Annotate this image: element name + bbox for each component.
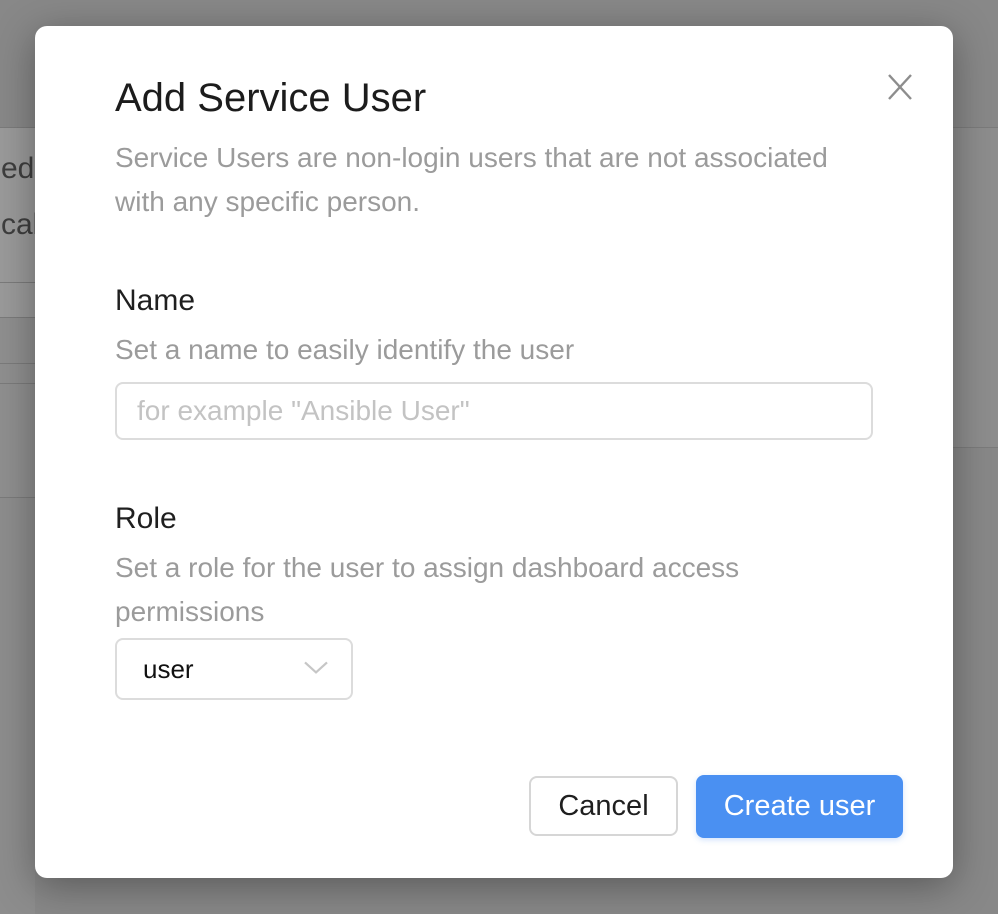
add-service-user-modal: Add Service User Service Users are non-l… (35, 26, 953, 878)
role-dropdown[interactable]: user (115, 638, 353, 700)
modal-description-line: with any specific person. (115, 186, 421, 217)
name-section-hint: Set a name to easily identify the user (115, 334, 575, 365)
close-icon (888, 74, 912, 100)
role-section-label: Role (115, 502, 177, 535)
modal-description-line: Service Users are non-login users that a… (115, 142, 828, 173)
role-dropdown-value: user (143, 653, 194, 684)
backdrop-divider (0, 497, 35, 498)
modal-description: Service Users are non-login users that a… (115, 136, 885, 224)
backdrop-band (0, 497, 35, 914)
role-section-hint: Set a role for the user to assign dashbo… (115, 546, 739, 634)
close-button[interactable] (879, 66, 921, 108)
chevron-down-icon (303, 660, 329, 679)
backdrop-divider (0, 363, 35, 364)
create-user-button[interactable]: Create user (696, 775, 903, 838)
backdrop-divider (0, 317, 35, 318)
cancel-button[interactable]: Cancel (529, 776, 678, 836)
screen: ed w cal Add Service User Service Users … (0, 0, 998, 914)
name-input[interactable] (115, 382, 873, 440)
backdrop-divider (0, 282, 35, 283)
backdrop-text-fragment: cal (1, 208, 40, 241)
backdrop-band (953, 127, 998, 447)
role-section-hint-line: Set a role for the user to assign dashbo… (115, 552, 740, 583)
backdrop-band (0, 318, 35, 497)
modal-title: Add Service User (115, 76, 427, 120)
backdrop-divider (953, 447, 998, 448)
role-section-hint-line: permissions (115, 596, 265, 627)
name-section-label: Name (115, 284, 196, 317)
backdrop-divider (0, 383, 35, 384)
